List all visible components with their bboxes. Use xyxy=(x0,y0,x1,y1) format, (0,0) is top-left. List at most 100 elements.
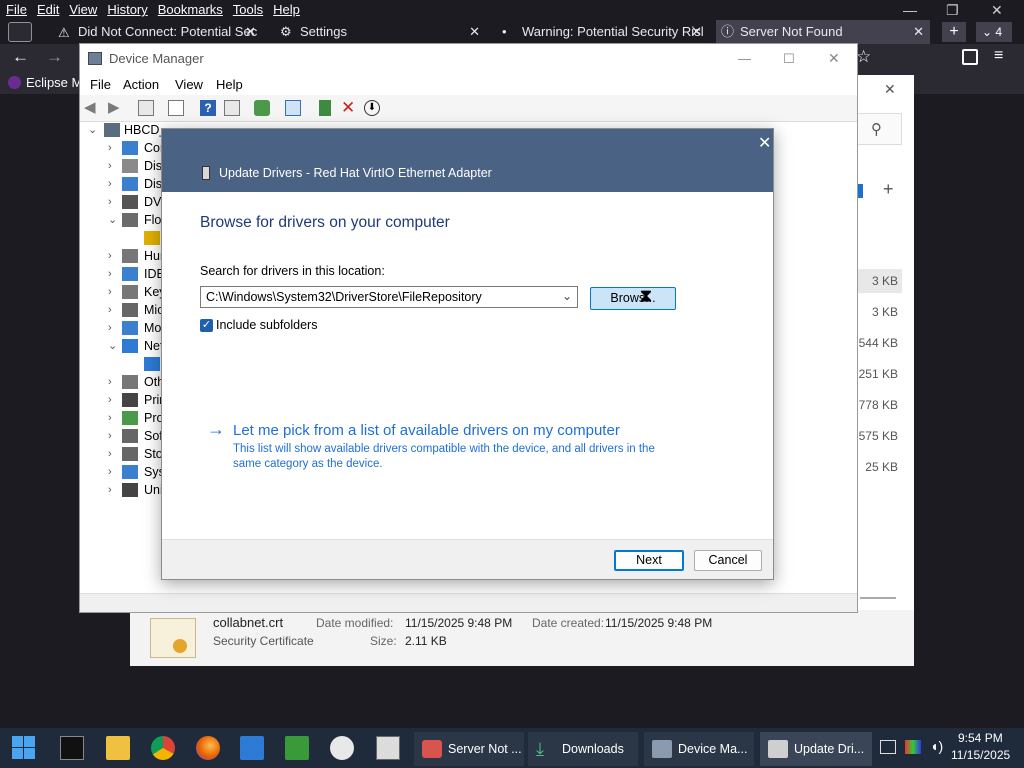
disable-device-icon[interactable]: ⬇ xyxy=(364,100,380,116)
back-icon[interactable]: ◀ xyxy=(84,100,100,116)
chevron-right-icon[interactable]: › xyxy=(108,409,112,427)
clock-time[interactable]: 9:54 PM xyxy=(958,731,1003,745)
tab-overview-icon[interactable] xyxy=(8,22,32,42)
spreadsheet-icon[interactable] xyxy=(285,736,309,760)
hamburger-menu-icon[interactable]: ≡ xyxy=(994,47,1003,65)
back-icon[interactable]: ← xyxy=(12,47,29,67)
display-tray-icon[interactable] xyxy=(905,740,921,754)
view-icon[interactable] xyxy=(224,100,240,116)
taskbar-app-server-not-found[interactable]: Server Not ... xyxy=(414,732,524,766)
chevron-right-icon[interactable]: › xyxy=(108,391,112,409)
add-icon[interactable]: + xyxy=(883,179,894,200)
chevron-down-icon[interactable]: ⌄ xyxy=(88,121,97,139)
tab-server-not-found[interactable]: ⓘ Server Not Found ✕ xyxy=(716,20,930,44)
help-icon[interactable]: ? xyxy=(200,100,216,116)
menu-tools[interactable]: Tools xyxy=(228,0,268,17)
volume-icon[interactable]: ◖) xyxy=(930,738,943,754)
calculator-icon[interactable] xyxy=(376,736,400,760)
restore-icon[interactable]: ❐ xyxy=(946,2,959,19)
tab-list-button[interactable]: ⌄ 4 xyxy=(976,22,1012,42)
start-windows-icon[interactable] xyxy=(12,736,36,760)
menu-bookmarks[interactable]: Bookmarks xyxy=(153,0,228,17)
network-tray-icon[interactable] xyxy=(880,740,896,754)
info-icon: ⓘ xyxy=(721,24,735,39)
chevron-right-icon[interactable]: › xyxy=(108,265,112,283)
tab-did-not-connect[interactable]: ⚠ Did Not Connect: Potential Sec ✕ xyxy=(54,20,262,44)
print-icon[interactable] xyxy=(254,100,270,116)
properties-grid-icon[interactable] xyxy=(138,100,154,116)
computer-icon xyxy=(104,123,120,137)
cancel-button[interactable]: Cancel xyxy=(694,550,762,571)
tab-close-icon[interactable]: ✕ xyxy=(469,20,480,44)
notepad-icon[interactable] xyxy=(240,736,264,760)
chevron-down-icon: ⌄ xyxy=(982,25,993,39)
update-driver-icon[interactable] xyxy=(319,100,331,116)
menu-help[interactable]: Help xyxy=(216,77,243,92)
close-icon[interactable]: ✕ xyxy=(884,81,896,98)
chevron-right-icon[interactable]: › xyxy=(108,247,112,265)
chevron-right-icon[interactable]: › xyxy=(108,283,112,301)
menu-action[interactable]: Action xyxy=(123,77,159,92)
new-tab-button[interactable]: + xyxy=(942,22,966,42)
menu-file[interactable]: File xyxy=(1,0,32,17)
chevron-right-icon[interactable]: › xyxy=(108,139,112,157)
chevron-right-icon[interactable]: › xyxy=(108,157,112,175)
chevron-down-icon[interactable]: ⌄ xyxy=(562,289,572,303)
path-combobox[interactable]: C:\Windows\System32\DriverStore\FileRepo… xyxy=(200,286,578,308)
tab-close-icon[interactable]: ✕ xyxy=(691,20,702,44)
chevron-right-icon[interactable]: › xyxy=(108,193,112,211)
bookmark-star-icon[interactable]: ☆ xyxy=(856,47,871,67)
pick-from-list-link[interactable]: Let me pick from a list of available dri… xyxy=(233,422,620,439)
chevron-right-icon[interactable]: › xyxy=(108,373,112,391)
close-icon[interactable]: ✕ xyxy=(991,2,1003,19)
menu-history[interactable]: History xyxy=(102,0,152,17)
firefox-icon[interactable] xyxy=(196,736,220,760)
taskbar-app-update-drivers[interactable]: Update Dri... xyxy=(760,732,872,766)
minimize-icon[interactable]: — xyxy=(903,2,917,18)
tab-close-icon[interactable]: ✕ xyxy=(245,20,256,44)
scan-hardware-icon[interactable] xyxy=(285,100,301,116)
bookmark-eclipse[interactable]: Eclipse M xyxy=(26,75,82,90)
search-box[interactable]: ⚲ xyxy=(856,113,902,145)
network-tool-icon[interactable] xyxy=(330,736,354,760)
include-subfolders-checkbox[interactable]: ✓ xyxy=(200,319,213,332)
taskbar-app-device-manager[interactable]: Device Ma... xyxy=(644,732,754,766)
tab-close-icon[interactable]: ✕ xyxy=(913,20,924,44)
chevron-right-icon[interactable]: › xyxy=(108,175,112,193)
tab-settings[interactable]: ⚙ Settings ✕ xyxy=(276,20,486,44)
extensions-icon[interactable] xyxy=(962,49,978,65)
maximize-icon[interactable]: ☐ xyxy=(783,44,795,73)
device-category-icon xyxy=(122,429,138,443)
menu-file[interactable]: File xyxy=(90,77,111,92)
chevron-right-icon[interactable]: › xyxy=(108,481,112,499)
browse-button[interactable]: Brows... xyxy=(590,287,676,310)
chrome-icon[interactable] xyxy=(151,736,175,760)
clock-date[interactable]: 11/15/2025 xyxy=(951,748,1010,762)
terminal-icon[interactable] xyxy=(60,736,84,760)
chevron-right-icon[interactable]: › xyxy=(108,427,112,445)
device-manager-icon xyxy=(652,740,672,758)
chevron-right-icon[interactable]: › xyxy=(108,301,112,319)
chevron-right-icon[interactable]: › xyxy=(108,463,112,481)
list-icon[interactable] xyxy=(168,100,184,116)
taskbar-app-downloads[interactable]: ⤓ Downloads xyxy=(528,732,638,766)
forward-icon[interactable]: → xyxy=(46,47,63,67)
minimize-icon[interactable]: — xyxy=(738,44,751,73)
tab-warning[interactable]: • Warning: Potential Security Risl ✕ xyxy=(498,20,708,44)
chevron-down-icon[interactable]: ⌄ xyxy=(108,211,117,229)
close-icon[interactable]: ✕ xyxy=(758,133,771,153)
chevron-down-icon[interactable]: ⌄ xyxy=(108,337,117,355)
forward-icon[interactable]: ▶ xyxy=(108,100,124,116)
menu-help[interactable]: Help xyxy=(268,0,305,17)
menu-edit[interactable]: Edit xyxy=(32,0,64,17)
next-button[interactable]: Next xyxy=(614,550,684,571)
menu-view[interactable]: View xyxy=(64,0,102,17)
scrollbar[interactable] xyxy=(860,597,896,599)
menu-view[interactable]: View xyxy=(175,77,203,92)
chevron-right-icon[interactable]: › xyxy=(108,445,112,463)
close-icon[interactable]: ✕ xyxy=(828,44,840,73)
uninstall-icon[interactable]: ✕ xyxy=(341,99,357,116)
file-explorer-icon[interactable] xyxy=(106,736,130,760)
arrow-right-icon[interactable]: → xyxy=(207,419,225,440)
chevron-right-icon[interactable]: › xyxy=(108,319,112,337)
